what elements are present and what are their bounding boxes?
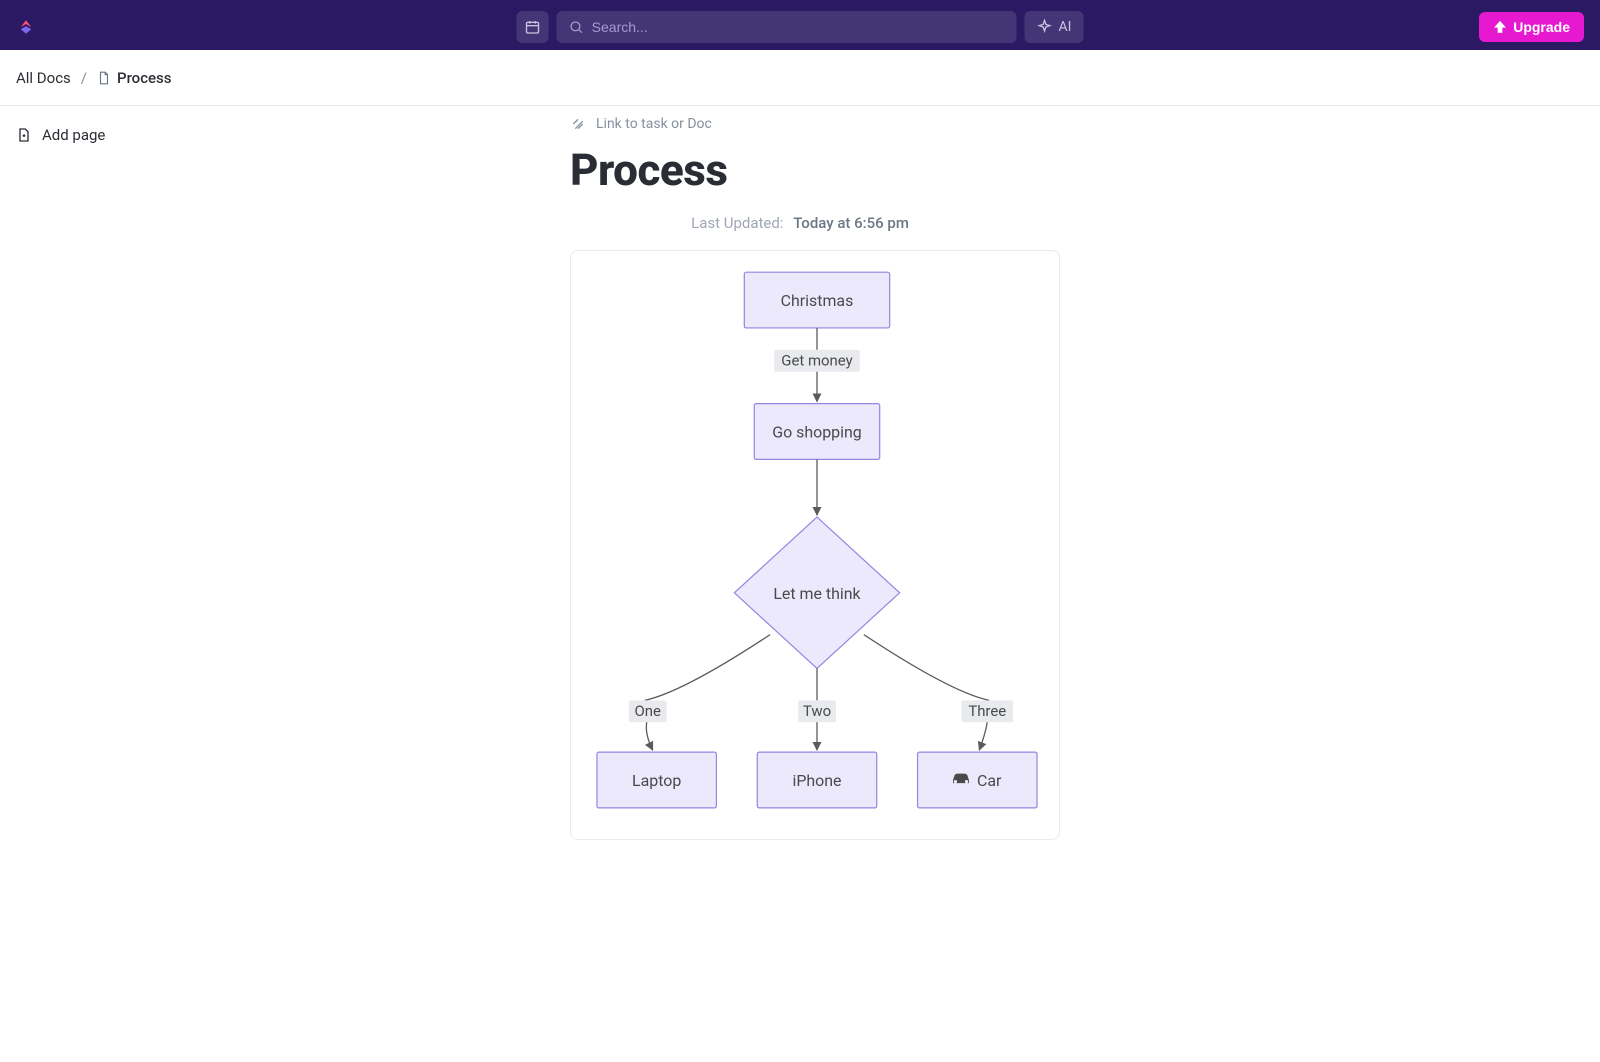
doc-title[interactable]: Process: [570, 144, 1130, 196]
sidebar: Add page: [0, 106, 220, 1062]
topbar-right: Upgrade: [1479, 12, 1584, 42]
link-icon: [570, 116, 586, 132]
search-bar[interactable]: [557, 11, 1017, 43]
edge-one-label: One: [635, 702, 662, 720]
breadcrumb-root[interactable]: All Docs: [16, 69, 71, 87]
add-page-label: Add page: [42, 126, 105, 144]
search-icon: [569, 19, 584, 35]
topbar-center: AI: [517, 11, 1084, 43]
breadcrumb-separator: /: [81, 69, 87, 87]
topbar: AI Upgrade: [0, 0, 1600, 50]
edge-two-label: Two: [803, 702, 831, 720]
node-laptop-label: Laptop: [632, 771, 681, 790]
node-christmas-label: Christmas: [781, 291, 854, 310]
last-updated: Last Updated: Today at 6:56 pm: [555, 214, 1045, 232]
last-updated-label: Last Updated:: [691, 214, 783, 232]
add-page-icon: [16, 127, 32, 143]
breadcrumb-current[interactable]: Process: [97, 69, 172, 87]
main: Add page Link to task or Doc Process Las…: [0, 106, 1600, 1062]
upgrade-label: Upgrade: [1513, 19, 1570, 35]
upgrade-icon: [1493, 20, 1507, 34]
last-updated-value: Today at 6:56 pm: [793, 214, 909, 232]
node-shopping-label: Go shopping: [772, 423, 861, 442]
link-to-task-label: Link to task or Doc: [596, 116, 712, 132]
ai-icon: [1037, 19, 1053, 35]
app-logo[interactable]: [16, 17, 36, 37]
breadcrumb: All Docs / Process: [0, 50, 1600, 106]
content: Link to task or Doc Process Last Updated…: [220, 106, 1600, 1062]
add-page-button[interactable]: Add page: [16, 126, 204, 144]
edge-three-label: Three: [968, 702, 1006, 720]
breadcrumb-current-label: Process: [117, 69, 172, 87]
node-iphone-label: iPhone: [792, 771, 841, 790]
doc-icon: [97, 71, 111, 85]
search-input[interactable]: [592, 19, 1005, 35]
node-car-label: Car: [977, 771, 1002, 790]
diagram-card[interactable]: Christmas Get money Go shopping Let me t…: [570, 250, 1060, 840]
flowchart-diagram: Christmas Get money Go shopping Let me t…: [583, 263, 1047, 823]
link-to-task-button[interactable]: Link to task or Doc: [570, 116, 1130, 132]
calendar-button[interactable]: [517, 11, 549, 43]
ai-button[interactable]: AI: [1025, 11, 1084, 43]
ai-label: AI: [1059, 19, 1072, 35]
node-think-label: Let me think: [773, 584, 861, 603]
upgrade-button[interactable]: Upgrade: [1479, 12, 1584, 42]
edge-get-money-label: Get money: [781, 352, 852, 370]
